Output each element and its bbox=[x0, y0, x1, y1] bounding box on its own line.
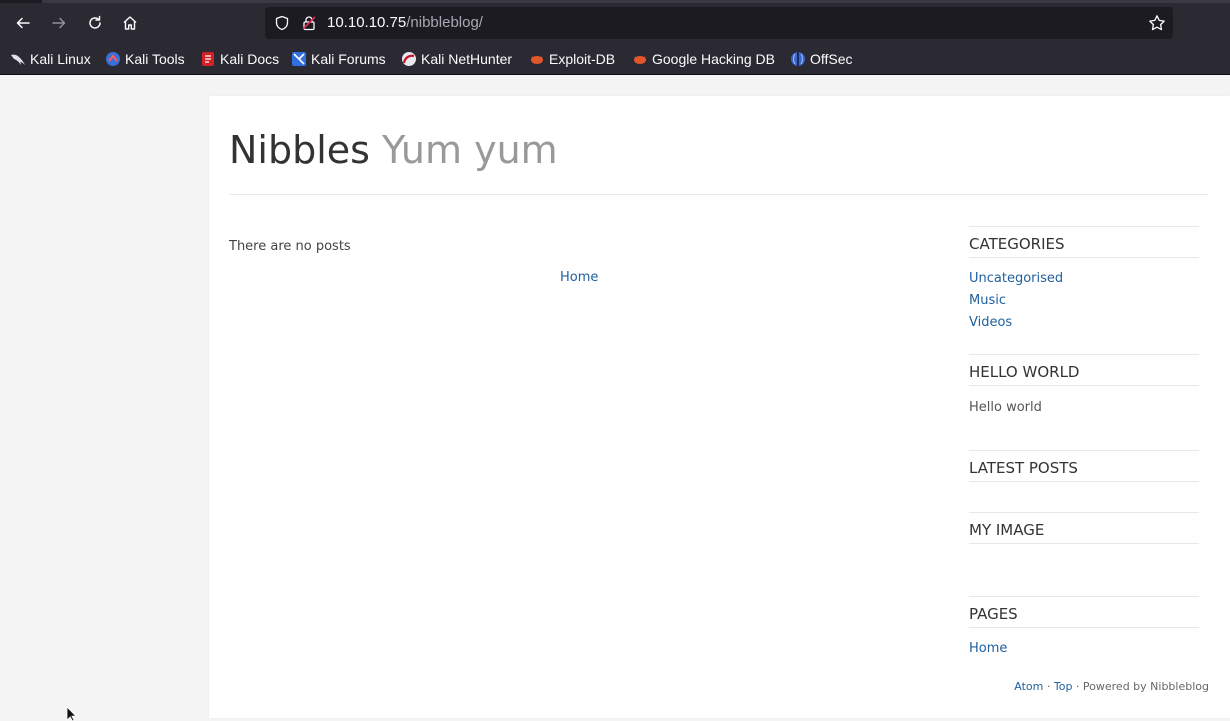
url-path: /nibbleblog/ bbox=[406, 14, 483, 31]
kali-forums-icon bbox=[291, 51, 307, 67]
bookmark-google-hacking-db[interactable]: Google Hacking DB bbox=[632, 49, 775, 69]
category-link-uncategorised[interactable]: Uncategorised bbox=[969, 271, 1063, 286]
latest-posts-widget-title: LATEST POSTS bbox=[969, 450, 1199, 482]
bookmark-label: Kali Tools bbox=[125, 51, 185, 67]
bookmark-kali-docs[interactable]: Kali Docs bbox=[200, 49, 279, 69]
header-divider bbox=[229, 194, 1208, 195]
bookmark-star-icon[interactable] bbox=[1148, 14, 1166, 32]
browser-chrome: 10.10.10.75/nibbleblog/ Kali Linux Kali … bbox=[0, 0, 1230, 75]
category-link-music[interactable]: Music bbox=[969, 293, 1006, 308]
bookmark-kali-nethunter[interactable]: Kali NetHunter bbox=[401, 49, 512, 69]
site-title[interactable]: Nibbles Yum yum bbox=[229, 128, 558, 172]
blog-page: Nibbles Yum yum There are no posts Home … bbox=[209, 96, 1230, 718]
pagination-home-link[interactable]: Home bbox=[560, 270, 598, 285]
mouse-pointer-icon bbox=[66, 707, 77, 721]
no-posts-message: There are no posts bbox=[229, 239, 351, 254]
home-button[interactable] bbox=[116, 9, 144, 37]
url-bar[interactable]: 10.10.10.75/nibbleblog/ bbox=[265, 7, 1173, 39]
google-hacking-db-icon bbox=[632, 51, 648, 67]
reload-button[interactable] bbox=[81, 9, 109, 37]
blog-slogan: Yum yum bbox=[382, 128, 558, 172]
active-tab-indicator[interactable] bbox=[42, 0, 1230, 3]
categories-widget-title: CATEGORIES bbox=[969, 226, 1199, 258]
footer-separator: · bbox=[1043, 680, 1054, 693]
chrome-divider bbox=[0, 74, 1230, 75]
bookmark-label: Kali Linux bbox=[30, 51, 91, 67]
category-link-videos[interactable]: Videos bbox=[969, 315, 1012, 330]
my-image-widget-title: MY IMAGE bbox=[969, 512, 1199, 544]
hello-world-widget-title: HELLO WORLD bbox=[969, 354, 1199, 386]
tab-strip bbox=[0, 0, 1230, 3]
top-link[interactable]: Top bbox=[1054, 680, 1073, 693]
bookmark-offsec[interactable]: OffSec bbox=[790, 49, 853, 69]
bookmark-kali-forums[interactable]: Kali Forums bbox=[291, 49, 386, 69]
bookmark-kali-tools[interactable]: Kali Tools bbox=[105, 49, 185, 69]
url-host: 10.10.10.75 bbox=[327, 14, 407, 31]
pages-widget-title: PAGES bbox=[969, 596, 1199, 628]
page-link-home[interactable]: Home bbox=[969, 641, 1007, 656]
bookmarks-toolbar: Kali Linux Kali Tools Kali Docs Kali For… bbox=[0, 46, 1230, 72]
kali-tools-icon bbox=[105, 51, 121, 67]
kali-dragon-icon bbox=[10, 51, 26, 67]
url-text[interactable]: 10.10.10.75/nibbleblog/ bbox=[327, 14, 483, 32]
bookmark-label: Google Hacking DB bbox=[652, 51, 775, 67]
home-icon bbox=[123, 16, 137, 30]
atom-feed-link[interactable]: Atom bbox=[1014, 680, 1043, 693]
bookmark-kali-linux[interactable]: Kali Linux bbox=[10, 49, 91, 69]
bookmark-label: Kali NetHunter bbox=[421, 51, 513, 67]
forward-button[interactable] bbox=[45, 9, 73, 37]
back-button[interactable] bbox=[9, 9, 37, 37]
footer: Atom · Top · Powered by Nibbleblog bbox=[1014, 680, 1209, 693]
blog-name[interactable]: Nibbles bbox=[229, 128, 370, 172]
bookmark-label: OffSec bbox=[810, 51, 853, 67]
exploit-db-icon bbox=[529, 51, 545, 67]
hello-world-text: Hello world bbox=[969, 400, 1042, 415]
bookmark-label: Kali Docs bbox=[220, 51, 280, 67]
bookmark-label: Kali Forums bbox=[311, 51, 386, 67]
arrow-left-icon bbox=[16, 17, 30, 29]
insecure-lock-icon[interactable] bbox=[301, 15, 317, 31]
powered-by-text: · Powered by Nibbleblog bbox=[1072, 680, 1209, 693]
offsec-icon bbox=[790, 51, 806, 67]
bookmark-exploit-db[interactable]: Exploit-DB bbox=[529, 49, 615, 69]
kali-docs-icon bbox=[200, 51, 216, 67]
kali-nethunter-icon bbox=[401, 51, 417, 67]
arrow-right-icon bbox=[52, 17, 66, 29]
reload-icon bbox=[89, 15, 101, 29]
bookmark-label: Exploit-DB bbox=[549, 51, 616, 67]
tracking-protection-shield-icon[interactable] bbox=[274, 15, 290, 31]
